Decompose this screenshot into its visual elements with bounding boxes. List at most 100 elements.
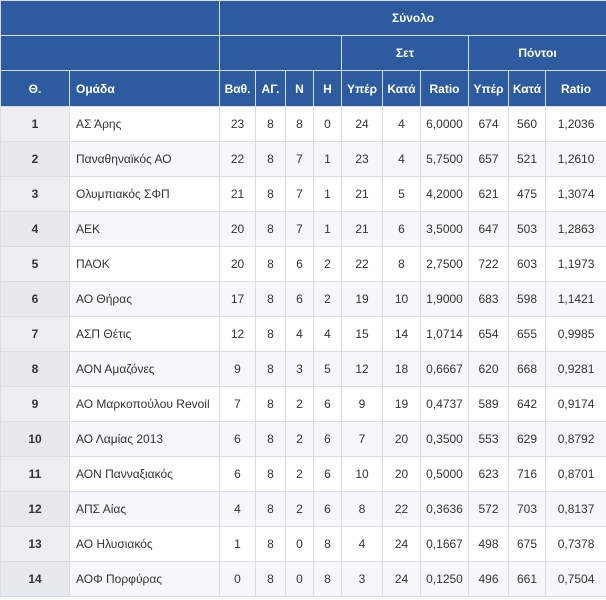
cell-sets-for: 4	[341, 526, 383, 562]
cell-matches-played: 8	[255, 561, 286, 597]
cell-points: 6	[219, 456, 256, 492]
cell-points: 20	[219, 211, 256, 247]
cell-matches-played: 8	[255, 246, 286, 282]
cell-points-against: 655	[508, 316, 546, 352]
cell-sets-against: 10	[382, 281, 421, 317]
cell-losses: 0	[313, 106, 342, 142]
cell-sets-ratio: 1,0714	[420, 316, 469, 352]
table-row: 12 ΑΠΣ Αίας 4 8 2 6 8 22 0,3636 572 703 0,8137	[0, 491, 606, 527]
cell-sets-for: 21	[341, 211, 383, 247]
cell-wins: 6	[285, 281, 314, 317]
col-header-losses: Η	[313, 70, 342, 107]
cell-points-against: 560	[508, 106, 546, 142]
cell-wins: 4	[285, 316, 314, 352]
cell-team: ΑΟΝ Πανναξιακός	[69, 456, 220, 492]
cell-points-ratio: 1,1421	[544, 281, 606, 317]
cell-position: 11	[0, 456, 70, 492]
table-row: 14 ΑΟΦ Πορφύρας 0 8 0 8 3 24 0,1250 496 661 0,7504	[0, 561, 606, 597]
cell-points-ratio: 1,2610	[544, 141, 606, 177]
table-row: 13 ΑΟ Ηλυσιακός 1 8 0 8 4 24 0,1667 498 675 0,7378	[0, 526, 606, 562]
cell-position: 6	[0, 281, 70, 317]
cell-position: 3	[0, 176, 70, 212]
cell-wins: 2	[285, 386, 314, 422]
cell-sets-against: 24	[382, 526, 421, 562]
cell-matches-played: 8	[255, 526, 286, 562]
cell-matches-played: 8	[255, 176, 286, 212]
cell-points-against: 661	[508, 561, 546, 597]
table-row: 11 ΑΟΝ Πανναξιακός 6 8 2 6 10 20 0,5000 623 716 0,8…	[0, 456, 606, 492]
cell-sets-ratio: 1,9000	[420, 281, 469, 317]
cell-points-against: 642	[508, 386, 546, 422]
cell-points-ratio: 1,3074	[544, 176, 606, 212]
col-header-points-for: Υπέρ	[468, 70, 509, 107]
col-header-points-ratio: Ratio	[544, 70, 606, 107]
cell-points-against: 675	[508, 526, 546, 562]
cell-points-ratio: 0,9985	[544, 316, 606, 352]
cell-points-against: 703	[508, 491, 546, 527]
cell-wins: 7	[285, 176, 314, 212]
cell-wins: 2	[285, 491, 314, 527]
cell-losses: 6	[313, 386, 342, 422]
cell-losses: 8	[313, 561, 342, 597]
cell-team: ΑΣΠ Θέτις	[69, 316, 220, 352]
cell-team: Ολυμπιακός ΣΦΠ	[69, 176, 220, 212]
table-row: 6 ΑΟ Θήρας 17 8 6 2 19 10 1,9000 683 598 1,1421	[0, 281, 606, 317]
cell-points: 23	[219, 106, 256, 142]
cell-team: ΑΟ Μαρκοπούλου Revoil	[69, 386, 220, 422]
header-blank-cell	[219, 35, 342, 71]
cell-position: 13	[0, 526, 70, 562]
cell-points-for: 674	[468, 106, 509, 142]
header-group-total: Σύνολο	[218, 0, 606, 36]
cell-points-against: 503	[508, 211, 546, 247]
cell-team: ΑΣ Άρης	[69, 106, 220, 142]
cell-sets-for: 24	[341, 106, 383, 142]
cell-team: ΑΕΚ	[69, 211, 220, 247]
cell-sets-ratio: 5,7500	[420, 141, 469, 177]
cell-points-for: 621	[468, 176, 509, 212]
col-header-position: Θ.	[0, 70, 70, 107]
cell-sets-against: 20	[382, 456, 421, 492]
cell-sets-for: 7	[341, 421, 383, 457]
cell-sets-ratio: 4,2000	[420, 176, 469, 212]
col-header-sets-for: Υπέρ	[341, 70, 383, 107]
cell-matches-played: 8	[255, 211, 286, 247]
cell-position: 7	[0, 316, 70, 352]
cell-points-for: 657	[468, 141, 509, 177]
header-group-sets: Σετ	[341, 35, 469, 71]
cell-sets-against: 18	[382, 351, 421, 387]
cell-sets-ratio: 0,3636	[420, 491, 469, 527]
cell-points: 7	[219, 386, 256, 422]
cell-wins: 2	[285, 456, 314, 492]
cell-losses: 1	[313, 176, 342, 212]
cell-sets-against: 24	[382, 561, 421, 597]
cell-wins: 0	[285, 561, 314, 597]
cell-wins: 6	[285, 246, 314, 282]
cell-sets-for: 12	[341, 351, 383, 387]
cell-matches-played: 8	[255, 421, 286, 457]
cell-wins: 3	[285, 351, 314, 387]
table-row: 2 Παναθηναϊκός ΑΟ 22 8 7 1 23 4 5,7500 657 521 1,26…	[0, 141, 606, 177]
cell-wins: 7	[285, 211, 314, 247]
cell-points: 20	[219, 246, 256, 282]
cell-points-for: 589	[468, 386, 509, 422]
table-row: 8 ΑΟΝ Αμαζόνες 9 8 3 5 12 18 0,6667 620 668 0,9281	[0, 351, 606, 387]
cell-sets-ratio: 0,4737	[420, 386, 469, 422]
cell-points: 6	[219, 421, 256, 457]
cell-sets-ratio: 0,3500	[420, 421, 469, 457]
cell-sets-against: 6	[382, 211, 421, 247]
cell-sets-against: 8	[382, 246, 421, 282]
cell-losses: 2	[313, 246, 342, 282]
cell-sets-for: 21	[341, 176, 383, 212]
cell-position: 4	[0, 211, 70, 247]
cell-team: ΑΟΝ Αμαζόνες	[69, 351, 220, 387]
cell-points-ratio: 0,7504	[544, 561, 606, 597]
cell-points-for: 647	[468, 211, 509, 247]
cell-points: 12	[219, 316, 256, 352]
cell-wins: 0	[285, 526, 314, 562]
cell-matches-played: 8	[255, 386, 286, 422]
cell-points-against: 603	[508, 246, 546, 282]
cell-points-ratio: 1,1973	[544, 246, 606, 282]
cell-position: 8	[0, 351, 70, 387]
cell-points-ratio: 0,8137	[544, 491, 606, 527]
cell-points: 1	[219, 526, 256, 562]
